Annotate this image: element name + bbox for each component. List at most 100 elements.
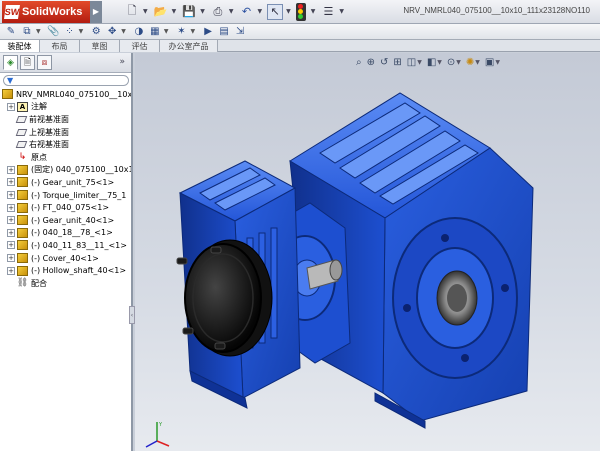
tab-sketch[interactable]: 草图 bbox=[80, 40, 120, 52]
component-pattern-icon[interactable]: ⁘ bbox=[63, 25, 77, 38]
print-icon[interactable]: ⎙ bbox=[210, 4, 226, 20]
tree-item[interactable]: + (-) Gear_unit_75<1> bbox=[2, 176, 131, 189]
tree-expand-icon[interactable]: + bbox=[7, 191, 15, 200]
tree-expand-icon[interactable]: + bbox=[7, 216, 15, 225]
assembly-features-icon[interactable]: ▦ bbox=[148, 25, 162, 38]
tree-item[interactable]: + (-) Gear_unit_40<1> bbox=[2, 214, 131, 227]
tree-root[interactable]: NRV_NMRL040_075100__10x10_1 bbox=[2, 88, 131, 101]
insert-component-icon[interactable]: ⧉ bbox=[20, 25, 34, 38]
solidworks-logo[interactable]: SW SolidWorks bbox=[2, 0, 90, 23]
tree-item[interactable]: + (-) Hollow_shaft_40<1> bbox=[2, 264, 131, 277]
tab-layout[interactable]: 布局 bbox=[40, 40, 80, 52]
tree-item[interactable]: ↳ 原点 bbox=[2, 151, 131, 164]
tree-item[interactable]: 右视基准面 bbox=[2, 138, 131, 151]
tree-expand-icon[interactable]: + bbox=[7, 203, 15, 212]
title-bar: SW SolidWorks ▶ 🗋 ▼ 📂 ▼ 💾 ▼ ⎙ ▼ ↶ ▼ ↖ ▼ ▼ ☰ ▼ N… bbox=[0, 0, 600, 24]
menu-flyout-arrow-icon[interactable]: ▶ bbox=[90, 0, 102, 23]
tree-item[interactable]: + (-) Torque_limiter__75_1 bbox=[2, 189, 131, 202]
tree-expand-icon[interactable]: + bbox=[7, 178, 15, 187]
tree-expand-icon[interactable]: + bbox=[7, 102, 15, 111]
tree-item[interactable]: + (-) FT_040_075<1> bbox=[2, 201, 131, 214]
tab-office-products[interactable]: 办公室产品 bbox=[160, 40, 218, 52]
undo-icon[interactable]: ↶ bbox=[239, 4, 255, 20]
property-manager-tab-icon[interactable]: 🗎 bbox=[20, 55, 35, 70]
new-motion-study-icon[interactable]: ▶ bbox=[201, 25, 215, 38]
pattern-dropdown-icon[interactable]: ▼ bbox=[79, 28, 84, 35]
tree-item-label: 注解 bbox=[31, 102, 47, 112]
tab-assembly[interactable]: 装配体 bbox=[0, 40, 40, 52]
reference-triad-icon: Y bbox=[145, 422, 170, 448]
options-dropdown-icon[interactable]: ▼ bbox=[339, 8, 344, 15]
tree-item-label: 配合 bbox=[31, 278, 47, 288]
svg-text:Y: Y bbox=[158, 422, 163, 428]
tree-item-label: (-) FT_040_075<1> bbox=[31, 203, 110, 213]
edit-component-icon[interactable]: ✎ bbox=[4, 25, 18, 38]
open-dropdown-icon[interactable]: ▼ bbox=[172, 8, 177, 15]
command-tabs: 装配体 布局 草图 评估 办公室产品 bbox=[0, 40, 600, 52]
tree-item[interactable]: + (-) Cover_40<1> bbox=[2, 252, 131, 265]
gearbox-model[interactable] bbox=[135, 53, 600, 451]
exploded-view-icon[interactable]: ⇲ bbox=[233, 25, 247, 38]
origin-icon: ↳ bbox=[18, 152, 27, 163]
move-dropdown-icon[interactable]: ▼ bbox=[121, 28, 126, 35]
features-dropdown-icon[interactable]: ▼ bbox=[164, 28, 169, 35]
tree-expand-icon[interactable]: + bbox=[7, 228, 15, 237]
rebuild-traffic-light-icon[interactable] bbox=[295, 2, 306, 21]
tree-item[interactable]: 上视基准面 bbox=[2, 126, 131, 139]
tree-item-label: 前视基准面 bbox=[29, 114, 69, 124]
save-icon[interactable]: 💾 bbox=[181, 4, 197, 20]
options-icon[interactable]: ☰ bbox=[320, 4, 336, 20]
tree-item[interactable]: + (-) 040_11_83__11_<1> bbox=[2, 239, 131, 252]
expand-panel-icon[interactable]: » bbox=[119, 57, 125, 67]
new-document-icon[interactable]: 🗋 bbox=[124, 4, 140, 20]
tree-expand-icon[interactable]: + bbox=[7, 241, 15, 250]
reference-dropdown-icon[interactable]: ▼ bbox=[191, 28, 196, 35]
tree-item-label: (-) Hollow_shaft_40<1> bbox=[31, 266, 127, 276]
new-dropdown-icon[interactable]: ▼ bbox=[143, 8, 148, 15]
motor-cover-face bbox=[184, 243, 262, 353]
tree-expand-icon[interactable]: + bbox=[7, 254, 15, 263]
feature-manager-tab-icon[interactable]: ◈ bbox=[3, 55, 18, 70]
bill-of-materials-icon[interactable]: ▤ bbox=[217, 25, 231, 38]
print-dropdown-icon[interactable]: ▼ bbox=[229, 8, 234, 15]
plane-icon bbox=[15, 128, 28, 136]
tree-item-label: (固定) 040_075100__10x10 bbox=[31, 165, 131, 175]
input-shaft-end bbox=[329, 259, 343, 281]
save-dropdown-icon[interactable]: ▼ bbox=[200, 8, 205, 15]
tree-expand-icon[interactable]: + bbox=[7, 165, 15, 174]
feature-manager-panel: ◈ 🗎 ⧈ » ▼ NRV_NMRL040_075100__10x10_1 +A… bbox=[0, 53, 135, 451]
tree-expand-icon[interactable]: + bbox=[7, 266, 15, 275]
tree-root-label: NRV_NMRL040_075100__10x10_1 bbox=[16, 89, 131, 99]
assembly-icon bbox=[2, 89, 13, 100]
tree-item[interactable]: + A 注解 bbox=[2, 101, 131, 114]
tree-item-label: 右视基准面 bbox=[29, 140, 69, 150]
mates-icon: ⛓ bbox=[16, 278, 29, 289]
configuration-manager-tab-icon[interactable]: ⧈ bbox=[37, 55, 52, 70]
document-title: NRV_NMRL040_075100__10x10_111x23128NO110 bbox=[403, 6, 590, 15]
feature-filter-input[interactable]: ▼ bbox=[3, 74, 129, 86]
open-folder-icon[interactable]: 📂 bbox=[153, 4, 169, 20]
show-hidden-icon[interactable]: ◑ bbox=[132, 25, 146, 38]
mate-icon[interactable]: 📎 bbox=[47, 25, 61, 38]
feature-tree: NRV_NMRL040_075100__10x10_1 +A注解前视基准面上视基… bbox=[0, 87, 131, 290]
select-dropdown-icon[interactable]: ▼ bbox=[286, 8, 291, 15]
select-pointer-icon[interactable]: ↖ bbox=[267, 3, 284, 20]
tree-item[interactable]: ⛓ 配合 bbox=[2, 277, 131, 290]
reference-geometry-icon[interactable]: ✶ bbox=[175, 25, 189, 38]
insert-component-dropdown-icon[interactable]: ▼ bbox=[36, 28, 41, 35]
tab-evaluate[interactable]: 评估 bbox=[120, 40, 160, 52]
part-icon bbox=[17, 164, 28, 175]
plane-icon bbox=[15, 115, 28, 123]
tree-item[interactable]: + (固定) 040_075100__10x10 bbox=[2, 164, 131, 177]
tree-item-label: (-) Torque_limiter__75_1 bbox=[31, 190, 127, 200]
rebuild-dropdown-icon[interactable]: ▼ bbox=[311, 8, 316, 15]
tree-item-label: (-) 040_11_83__11_<1> bbox=[31, 240, 127, 250]
move-component-icon[interactable]: ✥ bbox=[105, 25, 119, 38]
tree-item[interactable]: 前视基准面 bbox=[2, 113, 131, 126]
undo-dropdown-icon[interactable]: ▼ bbox=[258, 8, 263, 15]
tree-item[interactable]: + (-) 040_18__78_<1> bbox=[2, 227, 131, 240]
tree-item-label: (-) 040_18__78_<1> bbox=[31, 228, 113, 238]
tree-item-label: (-) Gear_unit_75<1> bbox=[31, 177, 115, 187]
graphics-viewport[interactable]: ⌕ ⊕ ↺ ⊞ ◫ ▼ ◧ ▼ ⊙ ▼ ✺ ▼ ▣ ▼ Y bbox=[135, 53, 600, 451]
smart-fastener-icon[interactable]: ⚙ bbox=[89, 25, 103, 38]
